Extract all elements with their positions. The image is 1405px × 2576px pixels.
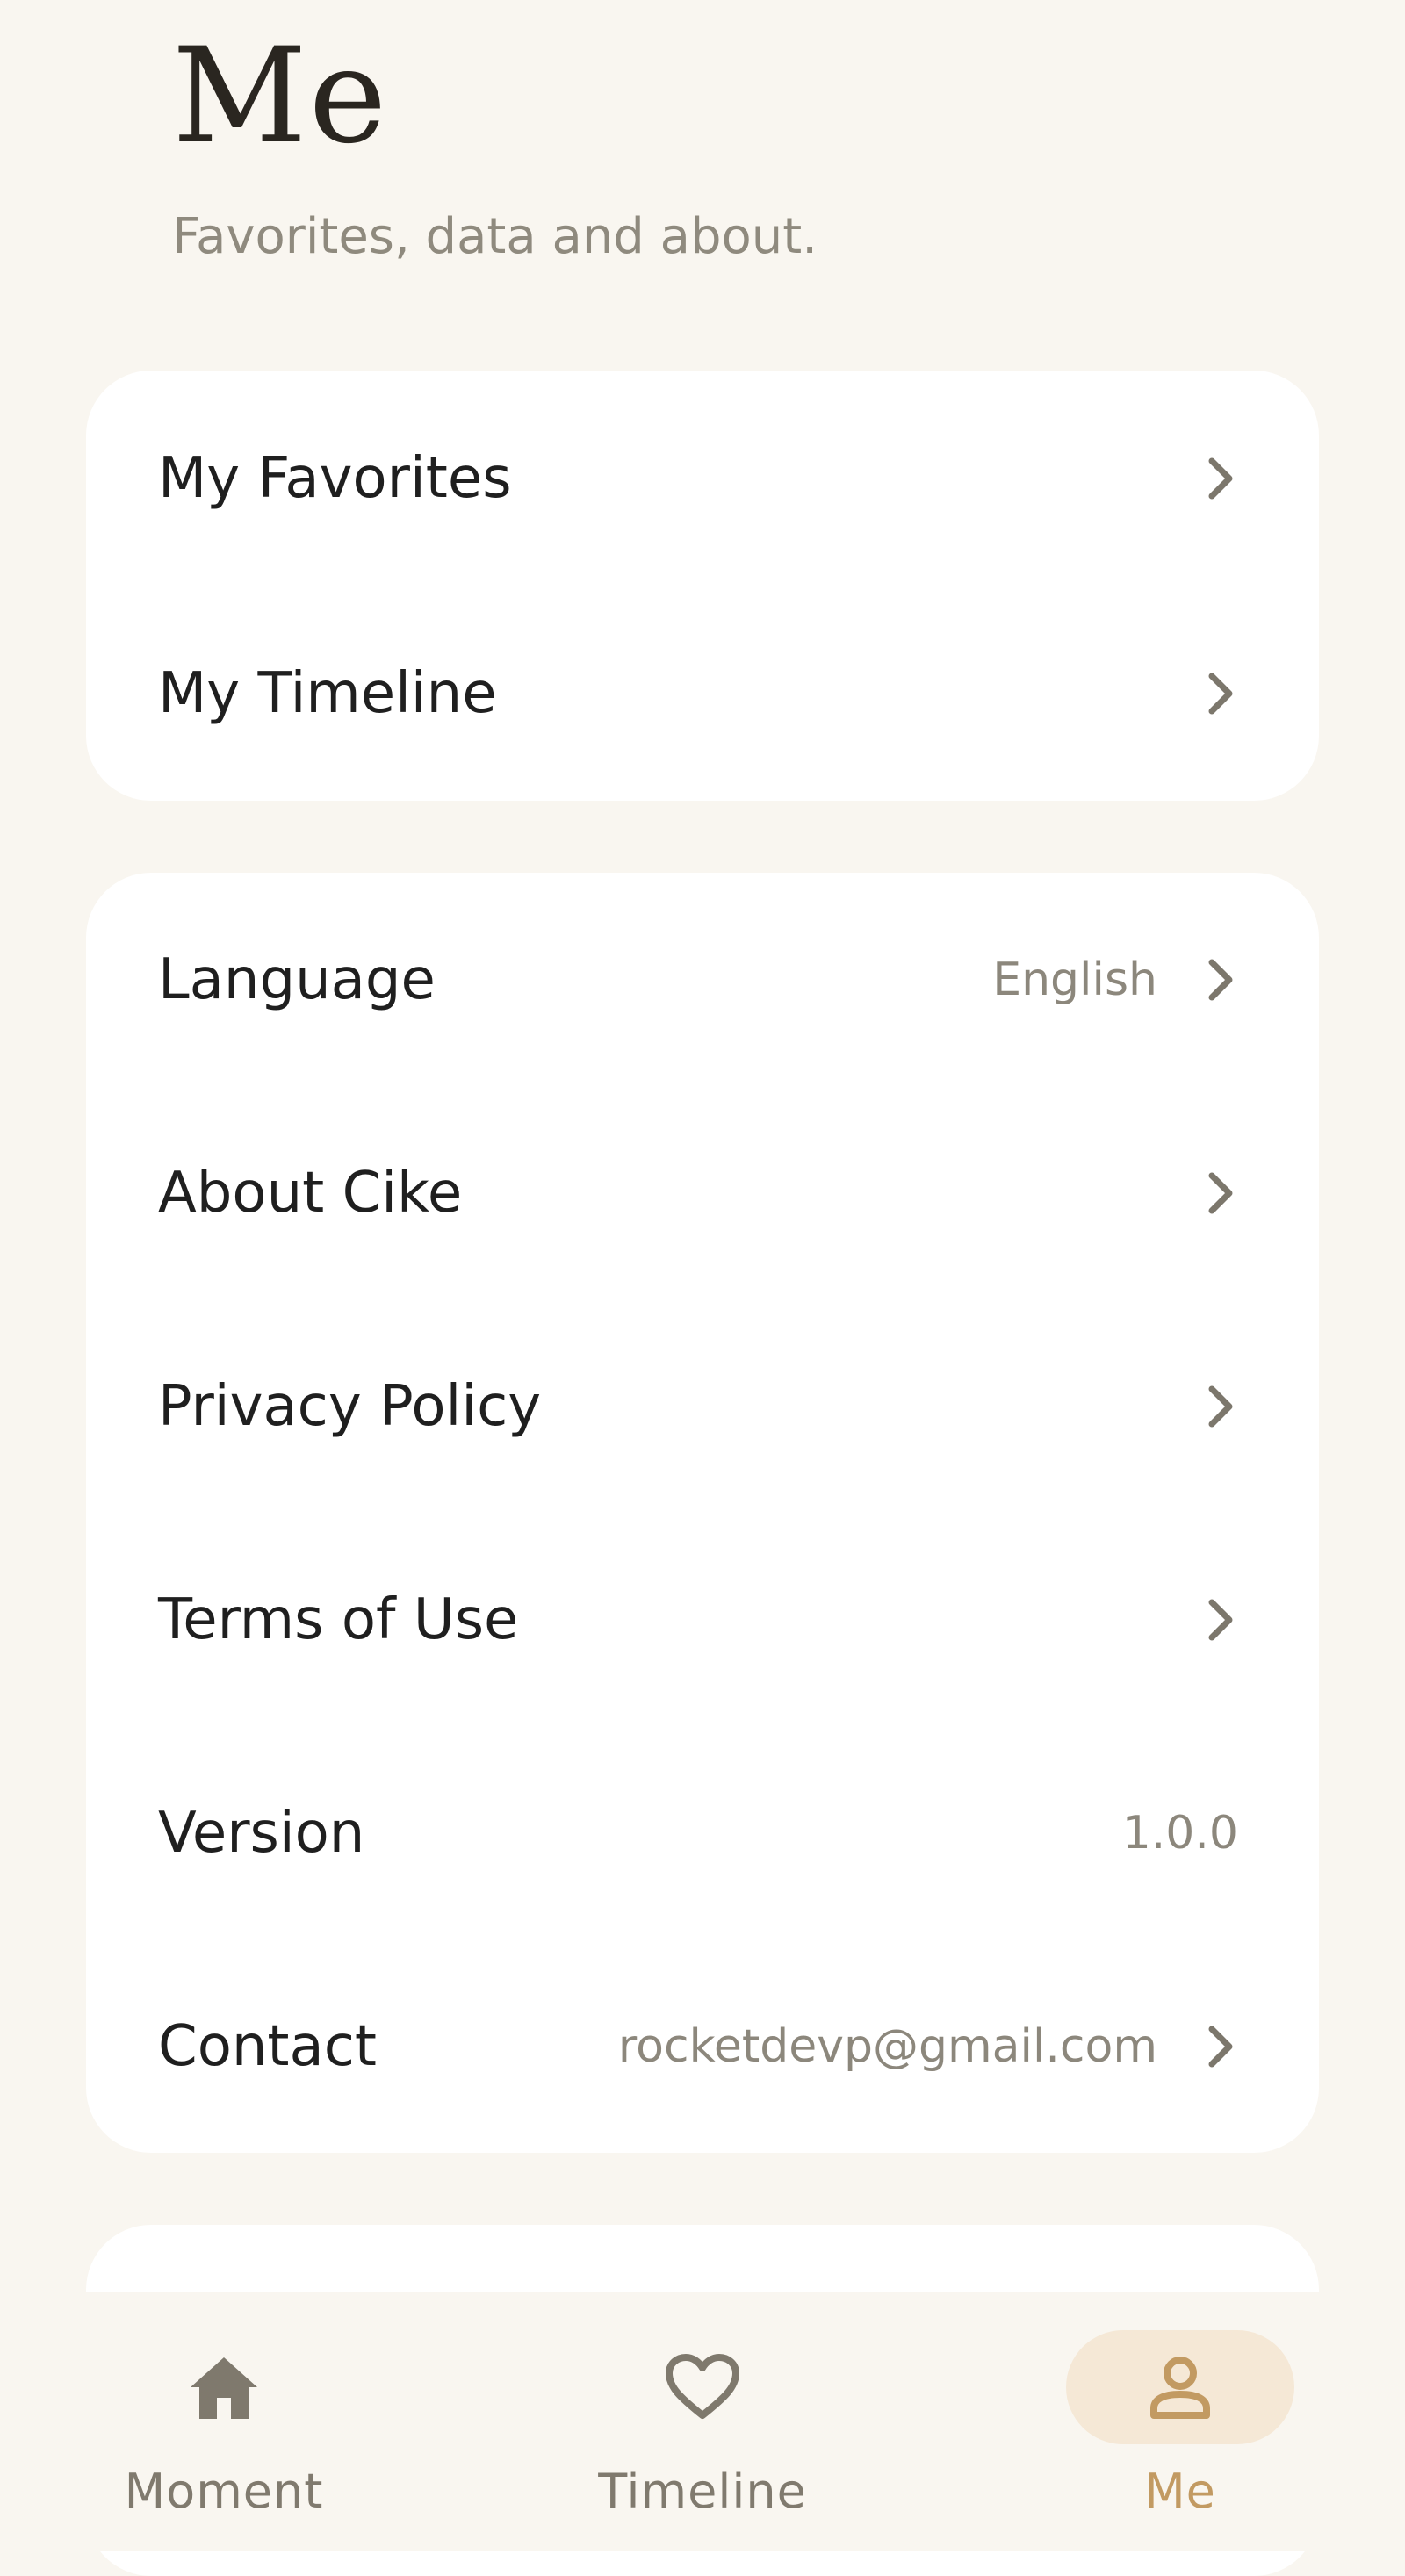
tab-label: Moment bbox=[124, 2464, 324, 2519]
row-about[interactable]: About Cike bbox=[86, 1086, 1319, 1299]
chevron-right-icon bbox=[1207, 671, 1235, 716]
tab-me[interactable]: Me bbox=[1005, 2292, 1356, 2551]
row-privacy-policy[interactable]: Privacy Policy bbox=[86, 1299, 1319, 1513]
chevron-right-icon bbox=[1207, 1384, 1235, 1429]
tab-timeline[interactable]: Timeline bbox=[527, 2292, 878, 2551]
language-value: English bbox=[992, 953, 1157, 1006]
person-icon bbox=[1066, 2330, 1294, 2444]
chevron-right-icon bbox=[1207, 957, 1235, 1003]
version-value: 1.0.0 bbox=[1121, 1806, 1238, 1860]
row-label: Terms of Use bbox=[158, 1587, 519, 1652]
chevron-right-icon bbox=[1207, 1597, 1235, 1643]
tab-label: Timeline bbox=[598, 2464, 807, 2519]
tab-moment[interactable]: Moment bbox=[48, 2292, 400, 2551]
row-label: My Favorites bbox=[158, 445, 512, 511]
row-label: Version bbox=[158, 1800, 365, 1866]
page-title: Me bbox=[172, 20, 389, 173]
row-label: Privacy Policy bbox=[158, 1373, 542, 1439]
tab-label: Me bbox=[1144, 2464, 1216, 2519]
row-contact[interactable]: Contact rocketdevp@gmail.com bbox=[86, 1939, 1319, 2153]
row-my-favorites[interactable]: My Favorites bbox=[86, 371, 1319, 586]
chevron-right-icon bbox=[1207, 2024, 1235, 2069]
row-terms-of-use[interactable]: Terms of Use bbox=[86, 1513, 1319, 1726]
chevron-right-icon bbox=[1207, 1170, 1235, 1216]
navigation-card: My Favorites My Timeline bbox=[86, 371, 1319, 801]
contact-email-value: rocketdevp@gmail.com bbox=[617, 2019, 1157, 2073]
home-icon bbox=[110, 2330, 338, 2444]
row-my-timeline[interactable]: My Timeline bbox=[86, 586, 1319, 801]
row-label: About Cike bbox=[158, 1160, 463, 1226]
page-subtitle: Favorites, data and about. bbox=[172, 208, 818, 265]
row-label: Language bbox=[158, 946, 436, 1012]
heart-icon bbox=[588, 2330, 817, 2444]
settings-card: Language English About Cike Privacy Poli… bbox=[86, 873, 1319, 2153]
row-label: Contact bbox=[158, 2013, 377, 2079]
row-version: Version 1.0.0 bbox=[86, 1726, 1319, 1939]
chevron-right-icon bbox=[1207, 456, 1235, 501]
row-language[interactable]: Language English bbox=[86, 873, 1319, 1086]
row-label: My Timeline bbox=[158, 660, 497, 726]
bottom-tab-bar: Moment Timeline Me bbox=[0, 2292, 1405, 2551]
